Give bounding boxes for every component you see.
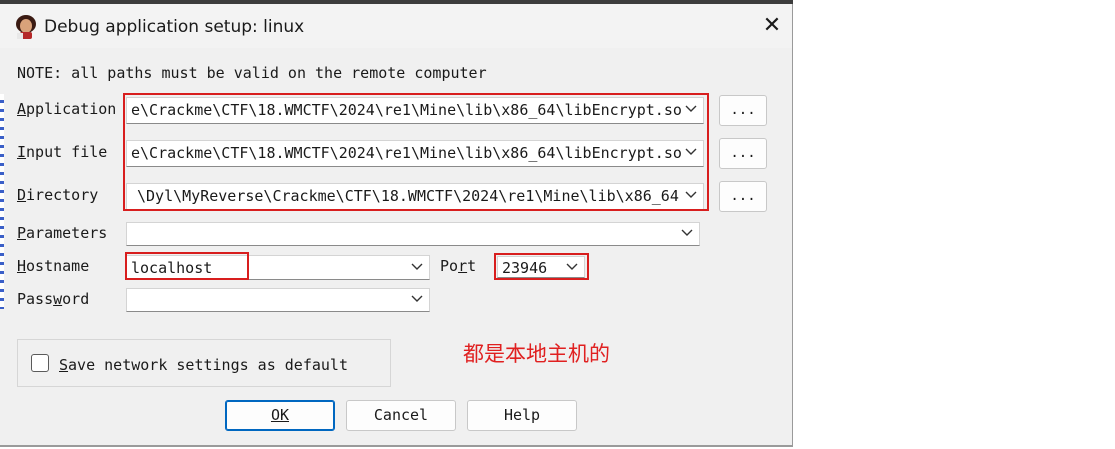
save-settings-checkbox[interactable] <box>31 354 49 372</box>
dialog-title: Debug application setup: linux <box>44 17 305 37</box>
port-label: Port <box>440 257 477 275</box>
background-window-edge <box>0 94 4 309</box>
chevron-down-icon[interactable] <box>411 293 423 303</box>
password-label-rest: ord <box>62 290 90 308</box>
directory-label: Directory <box>17 186 99 204</box>
cancel-button[interactable]: Cancel <box>346 400 456 431</box>
ok-button-label: OK <box>270 406 290 424</box>
application-label: Application <box>17 100 117 118</box>
input-file-label-rest: nput file <box>26 143 108 161</box>
parameters-combobox[interactable] <box>126 222 700 246</box>
paths-highlight-box <box>123 93 709 211</box>
directory-browse-button[interactable]: ... <box>719 181 767 212</box>
port-label-rest: t <box>467 257 477 275</box>
port-highlight-box <box>494 253 589 280</box>
input-file-browse-button[interactable]: ... <box>719 138 767 169</box>
password-combobox[interactable] <box>126 288 430 312</box>
password-label: Password <box>17 290 90 308</box>
save-settings-label[interactable]: Save network settings as default <box>59 356 348 374</box>
application-label-rest: pplication <box>26 100 117 118</box>
chevron-down-icon[interactable] <box>411 261 423 271</box>
remote-paths-note: NOTE: all paths must be valid on the rem… <box>17 64 487 82</box>
parameters-label: Parameters <box>17 224 108 242</box>
hostname-highlight-box <box>125 252 249 280</box>
parameters-label-rest: arameters <box>26 224 108 242</box>
directory-label-rest: irectory <box>26 186 99 204</box>
save-settings-label-rest: ave network settings as default <box>68 356 348 374</box>
hostname-label: Hostname <box>17 257 90 275</box>
input-file-label: Input file <box>17 143 108 161</box>
hostname-label-rest: ostname <box>26 257 90 275</box>
ok-button[interactable]: OK <box>225 400 335 431</box>
help-button[interactable]: Help <box>467 400 577 431</box>
chevron-down-icon[interactable] <box>681 227 693 237</box>
annotation-text: 都是本地主机的 <box>463 342 610 366</box>
close-icon[interactable]: ✕ <box>760 14 784 38</box>
app-icon <box>16 15 36 39</box>
application-browse-button[interactable]: ... <box>719 95 767 126</box>
